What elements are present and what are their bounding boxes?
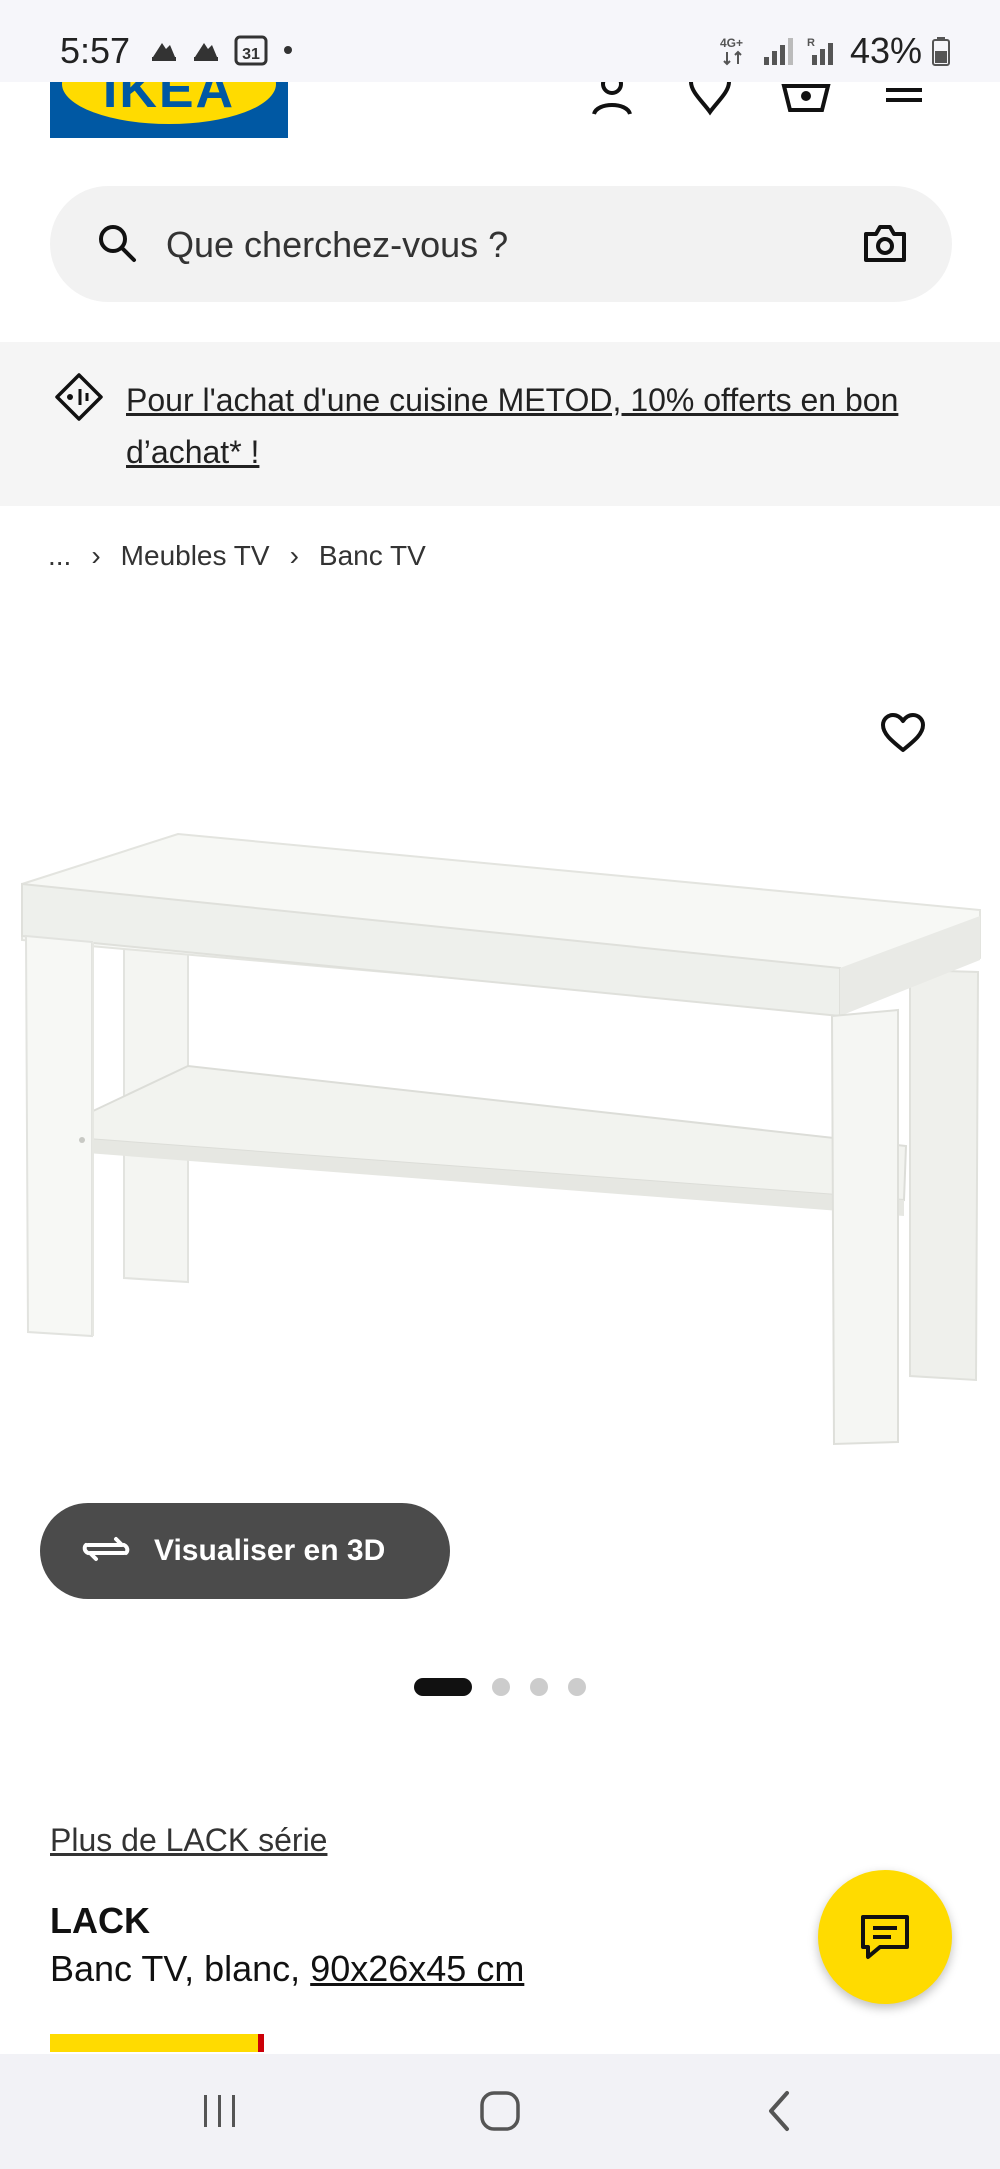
account-icon[interactable] xyxy=(582,82,642,122)
carousel-dot[interactable] xyxy=(568,1678,586,1696)
breadcrumb-ellipsis[interactable]: ... xyxy=(48,540,71,572)
price-tag-partial xyxy=(50,2034,264,2052)
carousel-dot-active[interactable] xyxy=(414,1678,472,1696)
back-icon[interactable] xyxy=(740,2084,820,2138)
battery-percent: 43% xyxy=(849,30,922,71)
chat-button[interactable] xyxy=(818,1870,952,2004)
logo-text: IKEA xyxy=(102,82,236,119)
home-icon[interactable] xyxy=(460,2084,540,2138)
product-dimensions-link[interactable]: 90x26x45 cm xyxy=(310,1948,524,1989)
product-description: Banc TV, blanc, 90x26x45 cm xyxy=(50,1948,524,1990)
signal-icon: R xyxy=(807,37,833,65)
site-header: IKEA xyxy=(0,82,1000,170)
notification-icons: 31 xyxy=(150,34,294,66)
status-time: 5:57 xyxy=(60,30,131,71)
product-type: Banc TV, blanc, xyxy=(50,1948,311,1989)
svg-text:31: 31 xyxy=(242,46,260,63)
status-right: 4G+ R 43% xyxy=(718,30,950,72)
promo-link[interactable]: Pour l'achat d'une cuisine METOD, 10% of… xyxy=(126,374,946,478)
dot-icon xyxy=(284,46,292,54)
heart-icon[interactable] xyxy=(680,82,740,122)
favorite-heart-icon[interactable] xyxy=(880,712,926,759)
ikea-logo[interactable]: IKEA xyxy=(50,82,288,138)
svg-text:4G+: 4G+ xyxy=(720,36,743,50)
svg-text:R: R xyxy=(807,37,815,49)
carousel-dot[interactable] xyxy=(492,1678,510,1696)
view-in-3d-button[interactable]: Visualiser en 3D xyxy=(40,1503,450,1599)
search-icon xyxy=(96,222,138,269)
rotate-3d-icon xyxy=(80,1531,132,1572)
search-input[interactable]: Que cherchez-vous ? xyxy=(166,224,508,266)
view-in-3d-label: Visualiser en 3D xyxy=(154,1534,386,1567)
breadcrumb: ... › Meubles TV › Banc TV xyxy=(48,540,426,572)
recents-icon[interactable] xyxy=(180,2084,260,2138)
chevron-right-icon: › xyxy=(289,540,299,571)
calendar-icon: 31 xyxy=(234,35,268,66)
camera-icon[interactable] xyxy=(862,222,908,269)
product-name: LACK xyxy=(50,1900,150,1941)
android-nav-bar xyxy=(0,2054,1000,2169)
news-icon xyxy=(152,43,176,61)
battery-icon xyxy=(932,37,950,66)
news-icon xyxy=(194,43,218,61)
tag-icon xyxy=(54,372,104,427)
breadcrumb-item-banc-tv[interactable]: Banc TV xyxy=(319,540,426,572)
signal-icon xyxy=(763,38,793,65)
status-bar: 5:57 31 4G+ R 43% xyxy=(0,0,1000,82)
breadcrumb-item-meubles-tv[interactable]: Meubles TV xyxy=(121,540,270,572)
carousel-dot[interactable] xyxy=(530,1678,548,1696)
carousel-indicator xyxy=(414,1678,586,1696)
menu-icon[interactable] xyxy=(874,82,934,122)
cart-icon[interactable] xyxy=(776,82,836,122)
network-icon: 4G+ xyxy=(720,36,743,66)
series-link[interactable]: Plus de LACK série xyxy=(50,1822,327,1859)
chevron-right-icon: › xyxy=(91,540,101,571)
product-image xyxy=(21,832,981,1446)
promo-banner: Pour l'achat d'une cuisine METOD, 10% of… xyxy=(0,342,1000,506)
chat-icon xyxy=(861,1915,909,1959)
search-bar[interactable]: Que cherchez-vous ? xyxy=(50,186,952,302)
